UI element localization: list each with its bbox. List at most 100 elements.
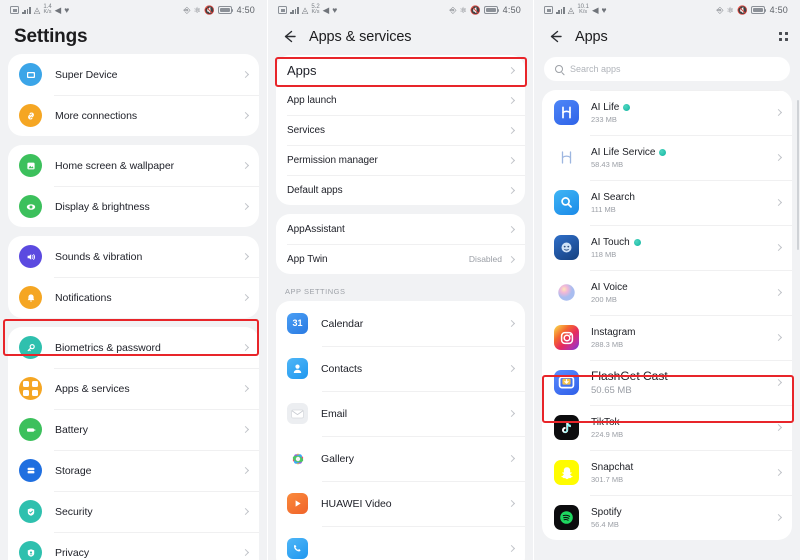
sidebar-item-biometrics-password[interactable]: Biometrics & password <box>8 327 259 368</box>
settings-list: Super Device More connections Home screen … <box>0 54 267 560</box>
app-list-item-flashget-cast[interactable]: FlashGet Cast 50.65 MB <box>542 360 792 405</box>
app-name-text: AI Search <box>591 191 635 203</box>
settings-item-label: Sounds & vibration <box>55 250 143 263</box>
sidebar-item-sounds-vibration[interactable]: Sounds & vibration <box>8 236 259 277</box>
speed-icon: 10.1 K/s <box>577 4 589 16</box>
sidebar-item-battery[interactable]: Battery <box>8 409 259 450</box>
chevron-right-icon <box>241 293 250 302</box>
app-list-item-spotify[interactable]: Spotify 56.4 MB <box>542 495 792 540</box>
gallery-icon <box>287 448 308 469</box>
nav-header-3: Apps <box>534 20 800 55</box>
menu-item-permission-manager[interactable]: Permission manager <box>276 145 525 175</box>
sidebar-item-storage[interactable]: Storage <box>8 450 259 491</box>
app-settings-item-email[interactable]: Email <box>276 391 525 436</box>
sidebar-item-privacy[interactable]: Privacy <box>8 532 259 560</box>
app-list-item-ai-life-service[interactable]: AI Life Service 58.43 MB <box>542 135 792 180</box>
nav-title: Apps <box>575 28 608 45</box>
sidebar-item-display-brightness[interactable]: Display & brightness <box>8 186 259 227</box>
menu-item-app-twin[interactable]: App Twin Disabled <box>276 244 525 274</box>
app-name-text: AI Life Service <box>591 146 656 158</box>
app-text: AI Search 111 MB <box>591 192 774 214</box>
app-settings-item-calendar[interactable]: 31 Calendar <box>276 301 525 346</box>
signal-icon <box>22 6 31 14</box>
vpn-icon: ◀ <box>592 4 599 15</box>
sidebar-item-security[interactable]: Security <box>8 491 259 532</box>
app-list-item-ai-voice[interactable]: AI Voice 200 MB <box>542 270 792 315</box>
ai-life-icon <box>554 100 579 125</box>
status-icons-right: ⎆ ⚛ 🔇 4:50 <box>450 5 521 15</box>
battery-icon <box>750 6 767 14</box>
app-list-item-instagram[interactable]: Instagram 288.3 MB <box>542 315 792 360</box>
calendar-icon: 31 <box>287 313 308 334</box>
sidebar-item-apps-services[interactable]: Apps & services <box>8 368 259 409</box>
menu-item-services[interactable]: Services <box>276 115 525 145</box>
app-name: AI Touch <box>591 237 774 248</box>
app-name: AI Life Service <box>591 147 774 158</box>
app-settings-item-huawei-video[interactable]: HUAWEI Video <box>276 481 525 526</box>
menu-item-apps[interactable]: Apps <box>276 55 525 85</box>
settings-group: Super Device More connections <box>8 54 259 136</box>
app-list-item-ai-touch[interactable]: AI Touch 118 MB <box>542 225 792 270</box>
sidebar-item-notifications[interactable]: Notifications <box>8 277 259 318</box>
speed-icon: 1.4 K/s <box>43 4 52 16</box>
menu-item-label: Permission manager <box>287 154 378 166</box>
menu-item-label: Default apps <box>287 184 343 196</box>
panel-settings: ◬ 1.4 K/s ◀ ♥ ⎆ ⚛ 🔇 4:50 Settings Super D… <box>0 0 267 560</box>
link-icon <box>19 104 42 127</box>
sidebar-item-home-screen-wallpaper[interactable]: Home screen & wallpaper <box>8 145 259 186</box>
app-text: Snapchat 301.7 MB <box>591 462 774 484</box>
menu-item-default-apps[interactable]: Default apps <box>276 175 525 205</box>
settings-item-label: Privacy <box>55 546 90 559</box>
app-name-text: Instagram <box>591 326 636 338</box>
app-list-item-snapchat[interactable]: Snapchat 301.7 MB <box>542 450 792 495</box>
chevron-right-icon <box>774 378 783 387</box>
app-settings-item-gallery[interactable]: Gallery <box>276 436 525 481</box>
app-name-text: TikTok <box>591 416 620 428</box>
page-title: Settings <box>14 26 88 47</box>
chevron-right-icon <box>241 111 250 120</box>
app-name: AI Voice <box>591 282 774 293</box>
app-list-item-tiktok[interactable]: TikTok 224.9 MB <box>542 405 792 450</box>
search-input[interactable]: Search apps <box>544 57 790 81</box>
sim-icon <box>10 6 19 14</box>
sidebar-item-super-device[interactable]: Super Device <box>8 54 259 95</box>
app-size: 58.43 MB <box>591 159 624 169</box>
sidebar-item-more-connections[interactable]: More connections <box>8 95 259 136</box>
sim-icon <box>278 6 287 14</box>
settings-group: Biometrics & password Apps & services Batt… <box>8 327 259 560</box>
chevron-right-icon <box>507 66 516 74</box>
menu-item-appassistant[interactable]: AppAssistant <box>276 214 525 244</box>
chevron-right-icon <box>507 544 516 553</box>
app-name-text: FlashGet Cast <box>591 369 668 383</box>
status-icons-left: ◬ 10.1 K/s ◀ ♥ <box>544 4 607 16</box>
app-settings-item-item[interactable] <box>276 526 525 560</box>
chevron-right-icon <box>241 70 250 79</box>
flashget-cast-icon <box>554 370 579 395</box>
mute-icon: 🔇 <box>737 4 748 15</box>
app-name: Snapchat <box>591 462 774 473</box>
app-list-item-ai-search[interactable]: AI Search 111 MB <box>542 180 792 225</box>
app-list-item-ai-life[interactable]: AI Life 233 MB <box>542 90 792 135</box>
speed-icon: 5.2 K/s <box>311 4 320 16</box>
status-time: 4:50 <box>236 5 255 15</box>
chevron-right-icon <box>507 499 516 508</box>
app-settings-group: 31 Calendar Contacts Email Gallery HUAWEI Vid… <box>276 301 525 560</box>
chevron-right-icon <box>774 468 783 477</box>
contacts-icon <box>287 358 308 379</box>
huawei-video-icon <box>287 493 308 514</box>
app-name-text: AI Voice <box>591 281 628 293</box>
status-icons-left: ◬ 5.2 K/s ◀ ♥ <box>278 4 337 16</box>
chevron-right-icon <box>774 243 783 252</box>
chevron-right-icon <box>241 252 250 261</box>
app-settings-item-contacts[interactable]: Contacts <box>276 346 525 391</box>
shield-icon <box>19 500 42 523</box>
menu-item-app-launch[interactable]: App launch <box>276 85 525 115</box>
app-name: Instagram <box>591 327 774 338</box>
app-name: FlashGet Cast <box>591 369 774 383</box>
grid-menu-icon[interactable] <box>778 31 788 42</box>
back-arrow-icon[interactable] <box>547 28 564 45</box>
back-arrow-icon[interactable] <box>281 28 298 45</box>
battery-icon <box>19 418 42 441</box>
scrollbar[interactable] <box>797 100 799 250</box>
display-icon <box>19 195 42 218</box>
